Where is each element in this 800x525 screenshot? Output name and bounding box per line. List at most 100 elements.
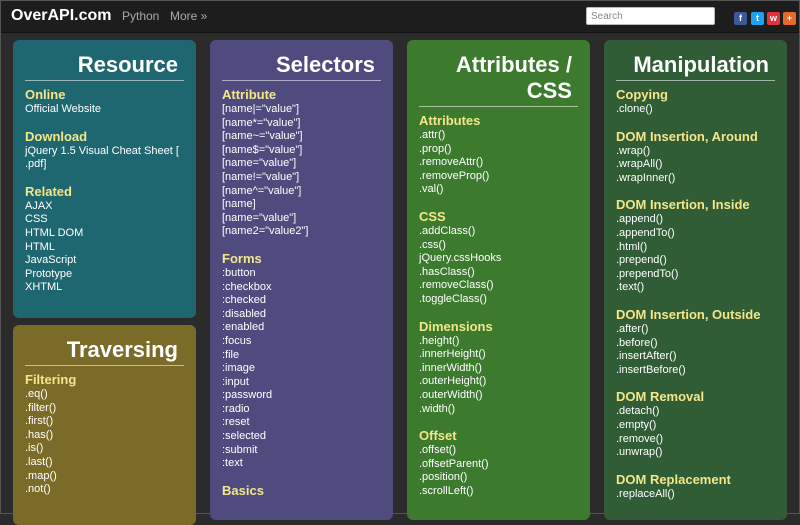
api-link[interactable]: .val()	[419, 183, 578, 197]
api-link[interactable]: .remove()	[616, 433, 775, 447]
api-link[interactable]: .wrap()	[616, 145, 775, 159]
api-link[interactable]: :submit	[222, 444, 381, 458]
api-link[interactable]: .innerWidth()	[419, 362, 578, 376]
api-link[interactable]: [name$="value"]	[222, 144, 381, 158]
facebook-icon[interactable]: f	[734, 12, 747, 25]
api-link[interactable]: .offset()	[419, 444, 578, 458]
site-logo[interactable]: OverAPI.com	[11, 7, 111, 25]
api-link[interactable]: jQuery.cssHooks	[419, 252, 578, 266]
api-link[interactable]: [name!="value"]	[222, 171, 381, 185]
api-link[interactable]: .removeProp()	[419, 170, 578, 184]
api-link[interactable]: .after()	[616, 323, 775, 337]
api-link[interactable]: jQuery 1.5 Visual Cheat Sheet [ .pdf]	[25, 145, 184, 172]
api-link[interactable]: .clone()	[616, 103, 775, 117]
api-link[interactable]: [name^="value"]	[222, 185, 381, 199]
api-link[interactable]: .toggleClass()	[419, 293, 578, 307]
twitter-icon[interactable]: t	[751, 12, 764, 25]
section-filtering: Filtering .eq() .filter() .first() .has() .is…	[25, 372, 184, 497]
api-link[interactable]: .is()	[25, 442, 184, 456]
api-link[interactable]: :file	[222, 349, 381, 363]
api-link[interactable]: :enabled	[222, 321, 381, 335]
card-title: Traversing	[25, 337, 184, 366]
api-link[interactable]: .insertAfter()	[616, 350, 775, 364]
api-link[interactable]: .has()	[25, 429, 184, 443]
api-link[interactable]: :disabled	[222, 308, 381, 322]
api-link[interactable]: .empty()	[616, 419, 775, 433]
api-link[interactable]: :reset	[222, 416, 381, 430]
api-link[interactable]: :password	[222, 389, 381, 403]
api-link[interactable]: .position()	[419, 471, 578, 485]
api-link[interactable]: :selected	[222, 430, 381, 444]
api-link[interactable]: :input	[222, 376, 381, 390]
api-link[interactable]: .append()	[616, 213, 775, 227]
api-link[interactable]: .scrollLeft()	[419, 485, 578, 499]
api-link[interactable]: .attr()	[419, 129, 578, 143]
api-link[interactable]: .unwrap()	[616, 446, 775, 460]
api-link[interactable]: .map()	[25, 470, 184, 484]
api-link[interactable]: .first()	[25, 415, 184, 429]
api-link[interactable]: .not()	[25, 483, 184, 497]
section-title: Filtering	[25, 372, 77, 387]
api-link[interactable]: Prototype	[25, 268, 184, 282]
api-link[interactable]: .wrapInner()	[616, 172, 775, 186]
api-link[interactable]: .text()	[616, 281, 775, 295]
api-link[interactable]: JavaScript	[25, 254, 184, 268]
api-link[interactable]: :image	[222, 362, 381, 376]
api-link[interactable]: Official Website	[25, 103, 184, 117]
api-link[interactable]: .width()	[419, 403, 578, 417]
api-link[interactable]: XHTML	[25, 281, 184, 295]
api-link[interactable]: :radio	[222, 403, 381, 417]
api-link[interactable]: AJAX	[25, 200, 184, 214]
api-link[interactable]: .eq()	[25, 388, 184, 402]
api-link[interactable]: :checked	[222, 294, 381, 308]
nav-link-python[interactable]: Python	[122, 9, 159, 23]
api-link[interactable]: .before()	[616, 337, 775, 351]
section-title: Copying	[616, 87, 668, 102]
search-input[interactable]	[586, 7, 715, 25]
card-manipulation: Manipulation Copying .clone() DOM Insertion…	[604, 40, 787, 520]
api-link[interactable]: .insertBefore()	[616, 364, 775, 378]
api-link[interactable]: [name|="value"]	[222, 103, 381, 117]
api-link[interactable]: [name]	[222, 198, 381, 212]
api-link[interactable]: .removeClass()	[419, 279, 578, 293]
api-link[interactable]: :focus	[222, 335, 381, 349]
api-link[interactable]: HTML	[25, 241, 184, 255]
api-link[interactable]: .outerHeight()	[419, 375, 578, 389]
api-link[interactable]: [name~="value"]	[222, 130, 381, 144]
api-link[interactable]: .html()	[616, 241, 775, 255]
api-link[interactable]: .filter()	[25, 402, 184, 416]
section-title: Basics	[222, 482, 264, 498]
api-link[interactable]: [name*="value"]	[222, 117, 381, 131]
api-link[interactable]: .outerWidth()	[419, 389, 578, 403]
section-title: Download	[25, 128, 88, 144]
api-link[interactable]: .prepend()	[616, 254, 775, 268]
weibo-icon[interactable]: w	[767, 12, 780, 25]
api-link[interactable]: .offsetParent()	[419, 458, 578, 472]
api-link[interactable]: [name="value"]	[222, 157, 381, 171]
plus-icon[interactable]: +	[783, 12, 796, 25]
api-link[interactable]: .prependTo()	[616, 268, 775, 282]
api-link[interactable]: .appendTo()	[616, 227, 775, 241]
api-link[interactable]: .last()	[25, 456, 184, 470]
api-link[interactable]: .removeAttr()	[419, 156, 578, 170]
api-link[interactable]: .wrapAll()	[616, 158, 775, 172]
api-link[interactable]: .css()	[419, 239, 578, 253]
api-link[interactable]: .addClass()	[419, 225, 578, 239]
section-title: DOM Insertion, Outside	[616, 306, 761, 322]
api-link[interactable]: CSS	[25, 213, 184, 227]
api-link[interactable]: .replaceAll()	[616, 488, 775, 502]
api-link[interactable]: .detach()	[616, 405, 775, 419]
api-link[interactable]: .prop()	[419, 143, 578, 157]
api-link[interactable]: HTML DOM	[25, 227, 184, 241]
api-link[interactable]: :checkbox	[222, 281, 381, 295]
api-link[interactable]: [name="value"][name2="value2"]	[222, 212, 381, 239]
section-dom-insertion-outside: DOM Insertion, Outside .after() .before().…	[616, 307, 775, 377]
api-link[interactable]: .innerHeight()	[419, 348, 578, 362]
api-link[interactable]: .hasClass()	[419, 266, 578, 280]
api-link[interactable]: :text	[222, 457, 381, 471]
nav-link-more[interactable]: More »	[170, 9, 207, 23]
section-title: Offset	[419, 428, 457, 444]
api-link[interactable]: .height()	[419, 335, 578, 349]
card-title: Attributes / CSS	[419, 52, 578, 107]
api-link[interactable]: :button	[222, 267, 381, 281]
